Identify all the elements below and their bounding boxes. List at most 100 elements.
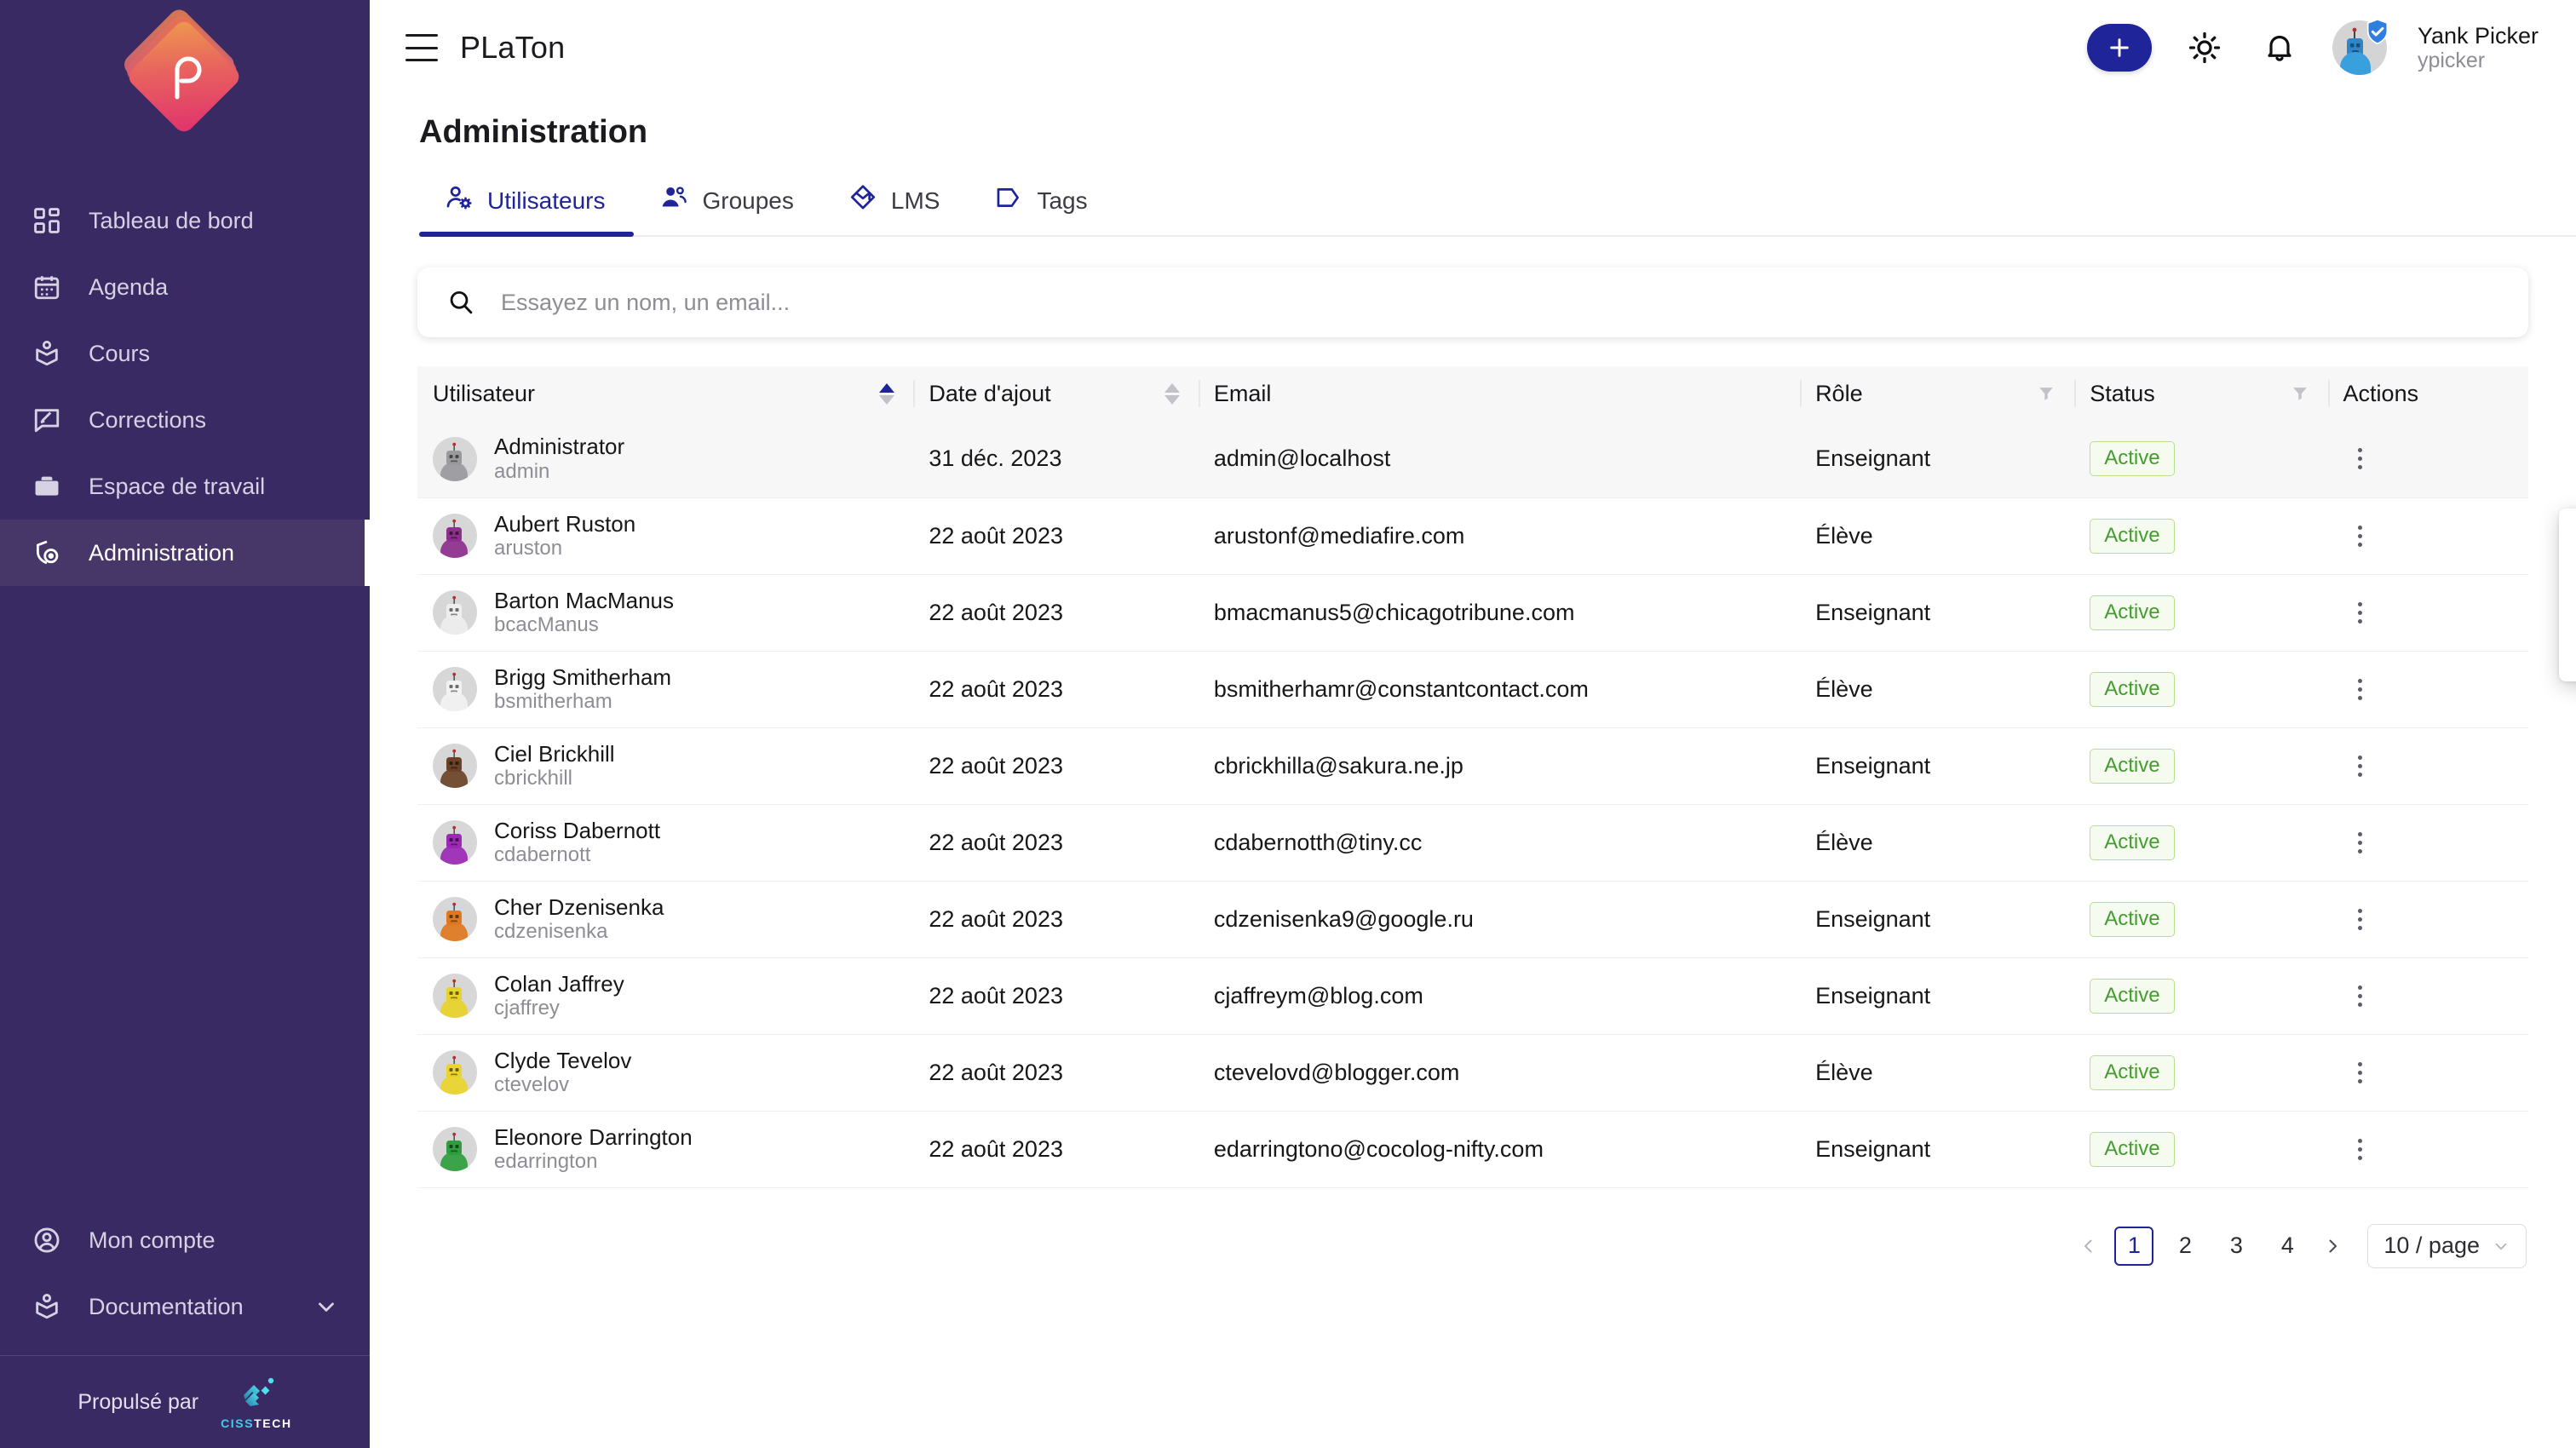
row-actions-button[interactable] [2343, 601, 2378, 623]
cell-date: 22 août 2023 [913, 804, 1199, 882]
sidebar-item-label: Espace de travail [89, 473, 266, 499]
cell-status: Active [2074, 497, 2328, 575]
tab-label: Utilisateurs [487, 187, 606, 214]
sidebar-logo[interactable] [0, 0, 370, 158]
tab-lms[interactable]: LMS [823, 183, 969, 237]
dashboard-grid-icon [31, 204, 63, 237]
cell-date: 22 août 2023 [913, 881, 1199, 958]
cell-role: Élève [1800, 497, 2075, 575]
filter-status-icon[interactable] [2291, 384, 2309, 403]
row-actions-button[interactable] [2343, 678, 2378, 700]
search-box[interactable] [417, 267, 2528, 337]
row-avatar [433, 513, 477, 558]
hamburger-icon[interactable] [405, 34, 438, 61]
table-row[interactable]: Brigg Smitherham bsmitherham 22 août 202… [417, 651, 2528, 728]
sidebar-item-mon-compte[interactable]: Mon compte [0, 1207, 370, 1273]
row-actions-button[interactable] [2343, 1138, 2378, 1160]
row-menu-item[interactable]: Assigner le rôle Élève [2559, 571, 2576, 619]
tab-utilisateurs[interactable]: Utilisateurs [419, 183, 635, 237]
sidebar-item-corrections[interactable]: Corrections [0, 387, 370, 453]
cell-user: Ciel Brickhill cbrickhill [417, 727, 914, 805]
cell-actions [2327, 421, 2528, 498]
column-header-date-dajout[interactable]: Date d'ajout [913, 366, 1199, 421]
sidebar-item-cours[interactable]: Cours [0, 320, 370, 387]
search-input[interactable] [501, 289, 2499, 316]
row-actions-button[interactable] [2343, 985, 2378, 1007]
table-row[interactable]: Colan Jaffrey cjaffrey 22 août 2023 cjaf… [417, 957, 2528, 1035]
row-avatar [433, 666, 477, 711]
users-table: Utilisateur Date d'ajout Email Rôle Stat… [417, 366, 2528, 1188]
tab-label: Groupes [702, 187, 794, 214]
pagination: 1 2 3 4 10 / page [370, 1188, 2576, 1268]
user-cog-icon [445, 183, 474, 218]
row-avatar [433, 589, 477, 635]
chevron-down-icon [2492, 1237, 2510, 1256]
column-header-email: Email [1198, 366, 1801, 421]
table-row[interactable]: Cher Dzenisenka cdzenisenka 22 août 2023… [417, 881, 2528, 958]
sort-utilisateur-control[interactable] [879, 382, 895, 405]
theme-toggle-button[interactable] [2182, 26, 2227, 70]
cisstech-brand-tech: TECH [254, 1416, 292, 1430]
sidebar-item-agenda[interactable]: Agenda [0, 254, 370, 320]
tab-groupes[interactable]: Groupes [634, 183, 822, 237]
row-user-fullname: Cher Dzenisenka [494, 894, 664, 920]
column-label: Email [1213, 380, 1272, 406]
column-header-utilisateur[interactable]: Utilisateur [417, 366, 914, 421]
sidebar-item-administration[interactable]: Administration [0, 520, 370, 586]
pagination-page-4[interactable]: 4 [2268, 1227, 2307, 1266]
table-row[interactable]: Barton MacManus bcacManus 22 août 2023 b… [417, 574, 2528, 652]
table-row[interactable]: Clyde Tevelov ctevelov 22 août 2023 ctev… [417, 1034, 2528, 1112]
row-actions-button[interactable] [2343, 831, 2378, 853]
add-button[interactable] [2086, 24, 2152, 72]
status-badge: Active [2090, 1054, 2175, 1090]
user-meta[interactable]: Yank Picker ypicker [2418, 23, 2539, 72]
pagination-page-1[interactable]: 1 [2114, 1226, 2154, 1266]
sidebar: Tableau de bord Agenda Cours Corrections… [0, 0, 370, 1448]
notifications-button[interactable] [2257, 26, 2302, 70]
tag-icon [994, 183, 1023, 218]
cell-user: Cher Dzenisenka cdzenisenka [417, 881, 914, 958]
table-row[interactable]: Coriss Dabernott cdabernott 22 août 2023… [417, 804, 2528, 882]
row-actions-button[interactable] [2343, 448, 2378, 470]
row-actions-button[interactable] [2343, 1061, 2378, 1083]
column-header-role[interactable]: Rôle [1800, 366, 2075, 421]
table-row[interactable]: Administrator admin 31 déc. 2023 admin@l… [417, 421, 2528, 498]
sidebar-item-espace-de-travail[interactable]: Espace de travail [0, 453, 370, 520]
cell-date: 31 déc. 2023 [913, 421, 1199, 498]
page-size-select[interactable]: 10 / page [2367, 1223, 2527, 1268]
status-badge: Active [2090, 518, 2175, 554]
pagination-prev-button[interactable] [2069, 1227, 2108, 1266]
cell-email: admin@localhost [1198, 421, 1801, 498]
tab-label: LMS [890, 187, 940, 214]
shield-user-icon [31, 537, 63, 569]
cell-role: Élève [1800, 651, 2075, 728]
sidebar-item-documentation[interactable]: Documentation [0, 1273, 370, 1340]
row-actions-button[interactable] [2343, 525, 2378, 547]
row-actions-button[interactable] [2343, 755, 2378, 777]
cisstech-logo[interactable]: CISSTECH [221, 1374, 292, 1430]
column-header-status[interactable]: Status [2074, 366, 2328, 421]
sort-date-control[interactable] [1164, 382, 1180, 405]
row-actions-button[interactable] [2343, 908, 2378, 930]
status-badge: Active [2090, 978, 2175, 1014]
cisstech-brand-ciss: CISS [221, 1416, 255, 1430]
page-size-label: 10 / page [2383, 1233, 2480, 1258]
row-menu-item[interactable]: Désactiver [2559, 619, 2576, 668]
row-user-fullname: Brigg Smitherham [494, 664, 672, 690]
table-row[interactable]: Ciel Brickhill cbrickhill 22 août 2023 c… [417, 727, 2528, 805]
cell-email: cbrickhilla@sakura.ne.jp [1198, 727, 1801, 805]
sidebar-item-tableau-de-bord[interactable]: Tableau de bord [0, 187, 370, 254]
row-menu-item[interactable]: Assigner le rôle Admin [2559, 522, 2576, 571]
pagination-next-button[interactable] [2313, 1227, 2352, 1266]
filter-role-icon[interactable] [2037, 384, 2056, 403]
table-row[interactable]: Aubert Ruston aruston 22 août 2023 arust… [417, 497, 2528, 575]
pagination-page-3[interactable]: 3 [2217, 1227, 2256, 1266]
avatar[interactable] [2332, 18, 2389, 75]
chevron-down-icon[interactable] [313, 1294, 339, 1319]
table-row[interactable]: Eleonore Darrington edarrington 22 août … [417, 1111, 2528, 1188]
tab-tags[interactable]: Tags [969, 183, 1116, 237]
row-user-login: ctevelov [494, 1073, 570, 1097]
column-label: Actions [2343, 380, 2419, 406]
row-avatar [433, 436, 477, 481]
pagination-page-2[interactable]: 2 [2165, 1227, 2205, 1266]
